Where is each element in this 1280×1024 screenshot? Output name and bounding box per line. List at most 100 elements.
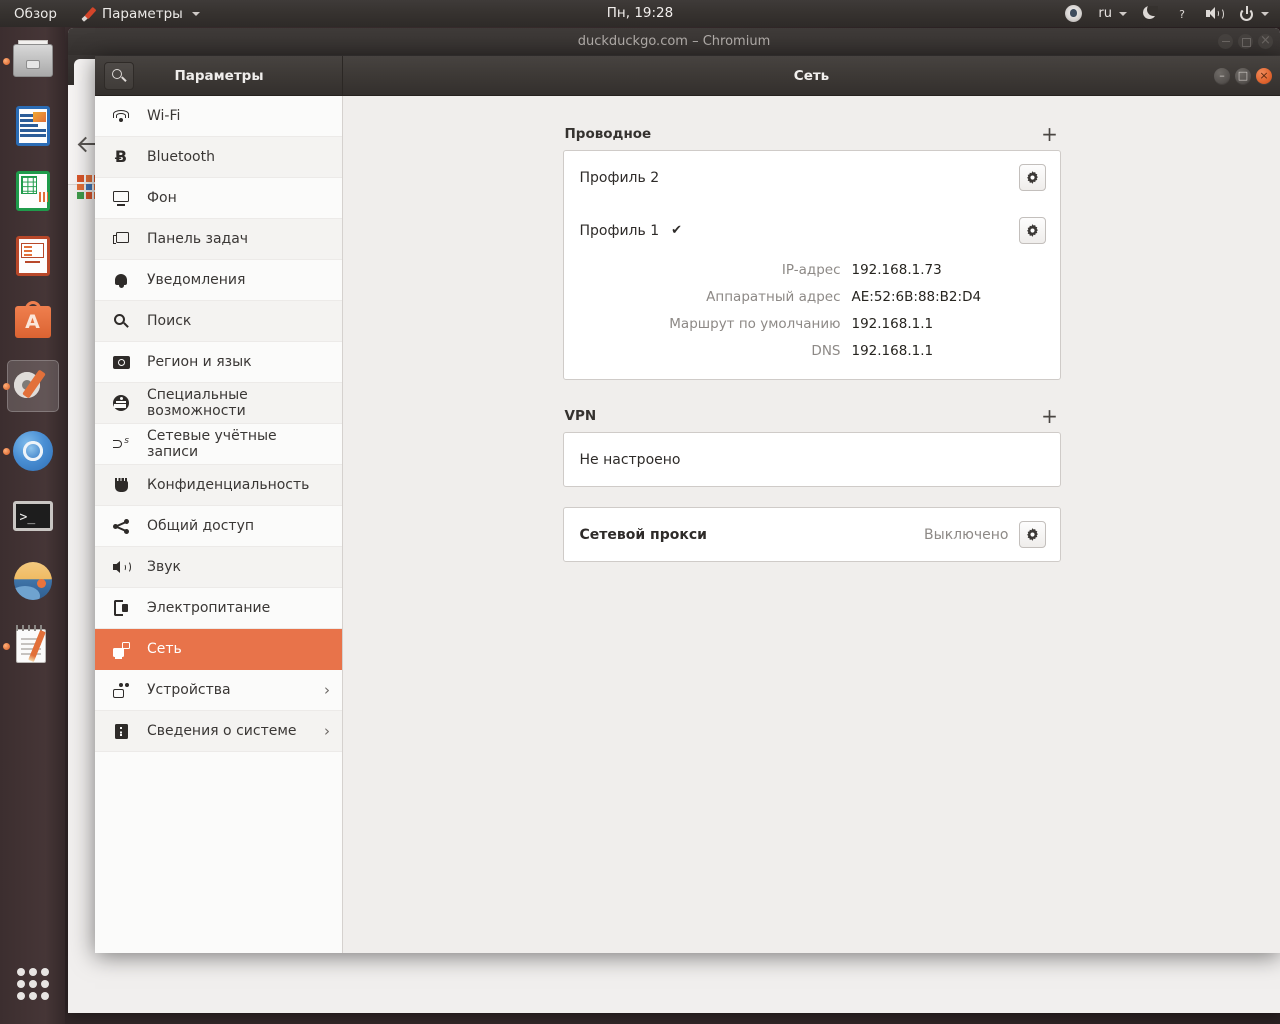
settings-title: Параметры [174, 67, 264, 84]
sidebar-item-search[interactable]: Поиск [95, 301, 342, 342]
profile-settings-button[interactable] [1018, 217, 1046, 244]
profile-name: Профиль 1 [579, 222, 660, 239]
launcher-item-ubuntu-software[interactable] [7, 295, 59, 347]
sidebar-item-devices[interactable]: Устройства › [95, 670, 342, 711]
sidebar-item-label: Устройства [147, 682, 231, 698]
chromium-window-title: duckduckgo.com – Chromium [577, 34, 771, 49]
chromium-close-button[interactable] [1258, 31, 1273, 51]
chromium-maximize-button[interactable] [1238, 34, 1253, 49]
minimize-button[interactable]: – [1214, 68, 1230, 84]
system-tray[interactable]: ru ? [1058, 0, 1276, 27]
chromium-minimize-button[interactable] [1218, 34, 1233, 49]
settings-sidebar[interactable]: Wi-Fi Ƀ Bluetooth Фон Панель задач Уведо… [95, 96, 343, 953]
launcher-item-photos[interactable] [7, 555, 59, 607]
profile-name: Профиль 2 [579, 169, 660, 186]
proxy-settings-button[interactable] [1018, 521, 1046, 548]
vpn-card: Не настроено [562, 432, 1061, 487]
launcher-item-settings[interactable] [2, 360, 59, 412]
close-button[interactable]: × [1256, 68, 1272, 84]
sidebar-item-notifications[interactable]: Уведомления [95, 260, 342, 301]
launcher-item-terminal[interactable]: >_ [7, 490, 59, 542]
detail-key: Маршрут по умолчанию [669, 316, 841, 332]
photos-icon [10, 558, 56, 604]
sidebar-item-label: Wi-Fi [147, 108, 181, 124]
sidebar-item-power[interactable]: Электропитание [95, 588, 342, 629]
wired-profile-row[interactable]: Профиль 2 [564, 151, 1060, 204]
minimize-glyph: – [1219, 69, 1225, 82]
sidebar-item-wifi[interactable]: Wi-Fi [95, 96, 342, 137]
sidebar-item-privacy[interactable]: Конфиденциальность [95, 465, 342, 506]
chromium-titlebar[interactable]: duckduckgo.com – Chromium [68, 28, 1280, 55]
show-applications-button[interactable] [11, 962, 55, 1006]
sidebar-item-network[interactable]: Сеть [95, 629, 342, 670]
launcher-item-text-editor[interactable] [2, 620, 59, 672]
page-title: Сеть [793, 67, 830, 84]
maximize-button[interactable]: □ [1235, 68, 1251, 84]
chevron-down-icon [1261, 11, 1269, 16]
running-indicator [2, 382, 10, 390]
sidebar-item-accessibility[interactable]: Специальные возможности [95, 383, 342, 424]
wired-connections-card: Профиль 2 Профиль 1 ✔ IP-адрес 192.168.1… [562, 150, 1061, 380]
sidebar-item-label: Электропитание [147, 600, 271, 616]
wired-section-title: Проводное [564, 126, 652, 142]
keyboard-layout-indicator[interactable]: ru [1091, 0, 1134, 27]
editor-icon [10, 623, 56, 669]
top-panel[interactable]: Обзор Параметры Пн, 19:28 ru ? [0, 0, 1280, 27]
chromium-window-controls[interactable] [1218, 28, 1273, 55]
system-menu-icon[interactable] [1232, 0, 1276, 27]
sidebar-item-label: Сеть [147, 641, 182, 657]
detail-row: DNS 192.168.1.1 [580, 338, 1046, 365]
terminal-icon: >_ [10, 493, 56, 539]
settings-window[interactable]: Параметры Сеть – □ × Wi-Fi Ƀ Bluetooth Ф… [95, 56, 1280, 953]
connection-details: IP-адрес 192.168.1.73 Аппаратный адрес A… [564, 257, 1060, 379]
sidebar-item-label: Сетевые учётные записи [147, 428, 277, 460]
app-menu-button[interactable]: Параметры [71, 0, 209, 27]
overview-label: Обзор [14, 5, 57, 22]
sidebar-item-online-accounts[interactable]: Сетевые учётные записи [95, 424, 342, 465]
network-settings-panel: Проводное + Профиль 2 Профиль 1 ✔ IP-адр… [343, 96, 1280, 953]
add-vpn-button[interactable]: + [1041, 406, 1059, 426]
sidebar-item-label: Общий доступ [147, 518, 255, 534]
detail-row: Аппаратный адрес AE:52:6B:88:B2:D4 [580, 284, 1046, 311]
detail-value: 192.168.1.73 [851, 262, 942, 278]
search-button[interactable] [104, 61, 134, 90]
settings-window-controls[interactable]: – □ × [1214, 56, 1272, 96]
sidebar-item-sharing[interactable]: Общий доступ [95, 506, 342, 547]
sidebar-item-bluetooth[interactable]: Ƀ Bluetooth [95, 137, 342, 178]
launcher-item-libreoffice-writer[interactable] [7, 100, 59, 152]
detail-key: IP-адрес [781, 262, 841, 278]
panel-left-group: Обзор Параметры [0, 0, 209, 27]
launcher-item-libreoffice-impress[interactable] [7, 230, 59, 282]
launcher-item-files[interactable] [2, 35, 59, 87]
launcher-item-libreoffice-calc[interactable] [7, 165, 59, 217]
sidebar-item-details[interactable]: Сведения о системе › [95, 711, 342, 752]
detail-value: 192.168.1.1 [851, 316, 934, 332]
notification-indicator-icon[interactable] [1058, 0, 1089, 27]
share-icon [111, 518, 131, 534]
devices-icon [111, 682, 131, 698]
sidebar-item-dock[interactable]: Панель задач [95, 219, 342, 260]
profile-settings-button[interactable] [1018, 164, 1046, 191]
wired-profile-row[interactable]: Профиль 1 ✔ [564, 204, 1060, 257]
gear-icon [1025, 223, 1040, 238]
sidebar-item-label: Bluetooth [147, 149, 215, 165]
sidebar-item-background[interactable]: Фон [95, 178, 342, 219]
sidebar-item-label: Конфиденциальность [147, 477, 310, 493]
volume-indicator-icon[interactable] [1199, 0, 1230, 27]
close-glyph: × [1259, 69, 1269, 82]
add-wired-connection-button[interactable]: + [1041, 124, 1059, 144]
help-indicator-icon[interactable]: ? [1167, 0, 1197, 27]
bluetooth-icon: Ƀ [114, 147, 128, 166]
sidebar-item-sound[interactable]: Звук [95, 547, 342, 588]
launcher-item-chromium[interactable] [2, 425, 59, 477]
detail-key: DNS [811, 343, 841, 359]
hand-privacy-icon [111, 477, 131, 493]
calc-icon [10, 168, 56, 214]
ubuntu-launcher-dock[interactable]: >_ [0, 27, 65, 1024]
sidebar-item-region-language[interactable]: Регион и язык [95, 342, 342, 383]
network-proxy-row[interactable]: Сетевой прокси Выключено [564, 508, 1060, 561]
overview-button[interactable]: Обзор [0, 0, 71, 27]
night-light-indicator-icon[interactable] [1136, 0, 1165, 27]
dock-icon [111, 231, 131, 247]
